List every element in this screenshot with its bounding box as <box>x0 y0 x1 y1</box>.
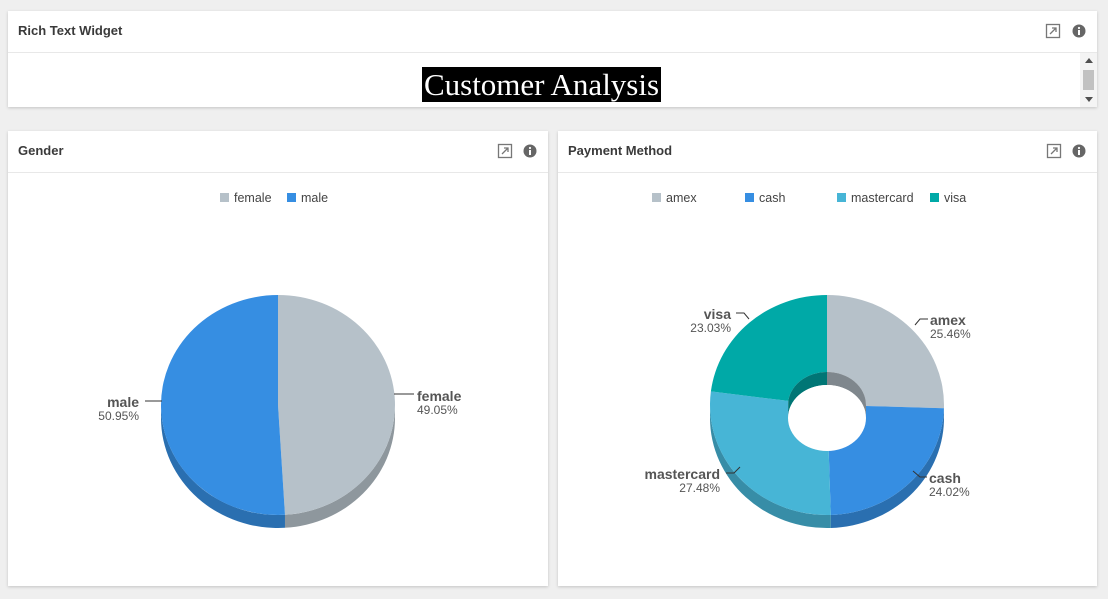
legend-item-male[interactable]: male <box>287 191 328 205</box>
widget-title: Payment Method <box>568 143 673 158</box>
data-label-male: male50.95% <box>98 394 162 423</box>
label-name: mastercard <box>645 466 721 482</box>
legend-label: female <box>234 191 272 205</box>
data-label-amex: amex25.46% <box>914 312 971 341</box>
label-connector <box>736 312 750 320</box>
expand-icon[interactable] <box>1046 143 1062 159</box>
data-label-visa: visa23.03% <box>690 306 750 335</box>
expand-icon[interactable] <box>1045 23 1061 39</box>
label-percent: 27.48% <box>679 481 720 495</box>
payment-method-donut-chart: amex cash mastercard visaamex25.46%cash24.0… <box>645 191 971 528</box>
expand-icon[interactable] <box>497 143 513 159</box>
scrollbar[interactable] <box>1080 53 1097 107</box>
label-percent: 49.05% <box>417 403 458 417</box>
label-percent: 23.03% <box>690 321 731 335</box>
legend-swatch <box>287 193 296 202</box>
data-label-female: female49.05% <box>394 388 462 417</box>
legend-swatch <box>652 193 661 202</box>
gender-pie-chart: female malefemale49.05%male50.95% <box>98 191 462 528</box>
rich-text-content: Customer Analysis <box>8 53 1097 107</box>
widget-title: Gender <box>18 143 64 158</box>
legend-swatch <box>220 193 229 202</box>
label-name: amex <box>930 312 966 328</box>
rich-text-widget: Rich Text Widget Customer Analysis <box>8 11 1097 107</box>
label-percent: 25.46% <box>930 327 971 341</box>
label-name: female <box>417 388 462 404</box>
info-icon[interactable] <box>1071 23 1087 39</box>
pie-slice-female[interactable] <box>278 295 396 515</box>
label-name: visa <box>704 306 731 322</box>
legend-label: cash <box>759 191 785 205</box>
gender-widget: Gender female male female 49.05% male 50.95% <box>8 131 548 586</box>
payment-method-widget: Payment Method amex cash mastercard visa ame… <box>558 131 1097 586</box>
legend-item-female[interactable]: female <box>220 191 272 205</box>
legend-swatch <box>930 193 939 202</box>
scroll-thumb[interactable] <box>1083 70 1094 90</box>
legend-label: male <box>301 191 328 205</box>
pie-slices <box>161 295 396 515</box>
donut-hole <box>788 372 866 451</box>
chart-legend: amex cash mastercard visa <box>652 191 966 205</box>
widget-title: Rich Text Widget <box>18 23 123 38</box>
legend-item-amex[interactable]: amex <box>652 191 697 205</box>
chart-legend: female male <box>220 191 328 205</box>
legend-item-visa[interactable]: visa <box>930 191 966 205</box>
gender-widget-header: Gender <box>8 131 548 173</box>
label-name: male <box>107 394 139 410</box>
label-percent: 24.02% <box>929 485 970 499</box>
donut-center <box>788 385 866 451</box>
rich-text-widget-header: Rich Text Widget <box>8 11 1097 53</box>
legend-label: amex <box>666 191 697 205</box>
legend-swatch <box>745 193 754 202</box>
info-icon[interactable] <box>1071 143 1087 159</box>
label-percent: 50.95% <box>98 409 139 423</box>
legend-swatch <box>837 193 846 202</box>
legend-item-mastercard[interactable]: mastercard <box>837 191 914 205</box>
customer-analysis-heading: Customer Analysis <box>421 67 662 102</box>
legend-item-cash[interactable]: cash <box>745 191 785 205</box>
legend-label: mastercard <box>851 191 914 205</box>
legend-label: visa <box>944 191 966 205</box>
label-connector <box>914 318 928 326</box>
pie-slice-male[interactable] <box>161 295 285 515</box>
scroll-up-arrow[interactable] <box>1085 58 1093 63</box>
payment-method-widget-header: Payment Method <box>558 131 1097 173</box>
scroll-down-arrow[interactable] <box>1085 97 1093 102</box>
info-icon[interactable] <box>522 143 538 159</box>
label-name: cash <box>929 470 961 486</box>
